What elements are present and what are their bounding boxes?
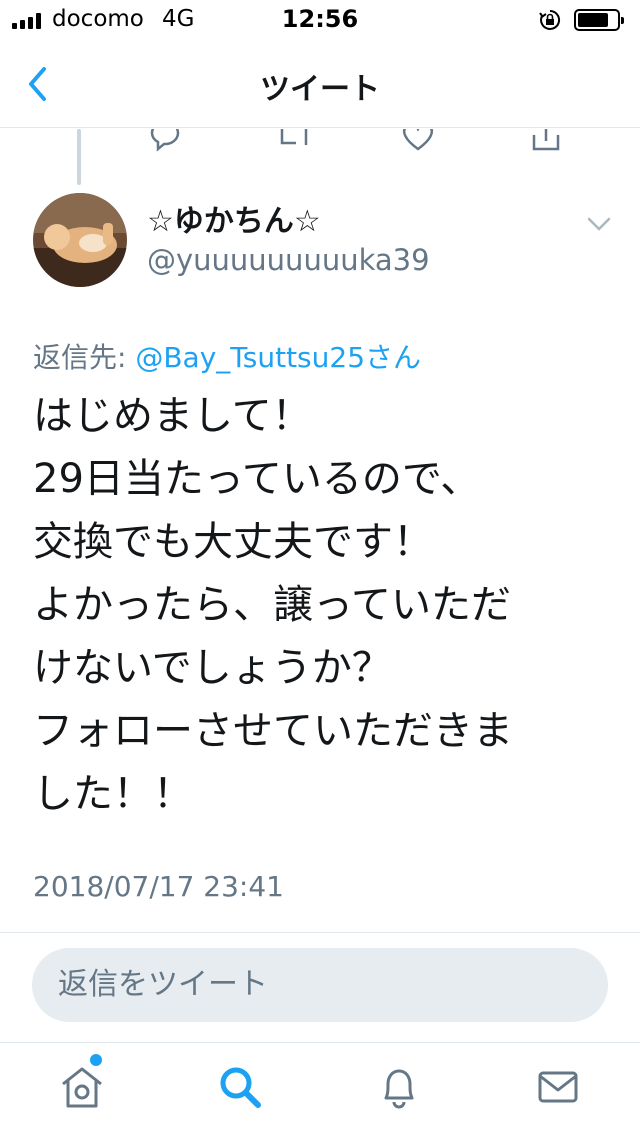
divider [0, 932, 640, 933]
tab-search[interactable] [215, 1062, 265, 1112]
search-icon [220, 1067, 261, 1108]
chevron-down-icon[interactable] [584, 214, 614, 234]
tab-notifications[interactable] [374, 1062, 424, 1112]
share-icon[interactable] [526, 129, 566, 155]
tweet-timestamp: 2018/07/17 23:41 [33, 870, 284, 903]
previous-tweet-actions [0, 129, 640, 159]
thread-connector-line [77, 129, 81, 185]
home-icon [62, 1067, 102, 1108]
like-icon[interactable] [398, 129, 438, 155]
tweet-text: はじめまして！ 29日当たっているので、 交換でも大丈夫です！ よかったら、譲っ… [33, 393, 513, 817]
battery-icon [574, 9, 624, 31]
navigation-bar: ツイート [0, 40, 640, 128]
reply-mention-link[interactable]: @Bay_Tsuttsu25さん [135, 341, 421, 374]
display-name[interactable]: ☆ゆかちん☆ [147, 196, 321, 240]
notifications-icon [384, 1069, 414, 1109]
avatar[interactable] [33, 193, 127, 287]
rotation-lock-icon [539, 9, 561, 30]
status-bar: docomo 4G 12:56 [0, 0, 640, 40]
retweet-icon[interactable] [274, 129, 314, 155]
username[interactable]: @yuuuuuuuuuka39 [147, 243, 430, 277]
tab-messages[interactable] [533, 1062, 583, 1112]
reply-input[interactable]: 返信をツイート [32, 948, 608, 1022]
reply-prefix: 返信先: [33, 341, 136, 374]
home-notification-dot [90, 1054, 102, 1066]
reply-icon[interactable] [146, 129, 186, 155]
reply-context: 返信先: @Bay_Tsuttsu25さん [33, 336, 421, 376]
page-title: ツイート [260, 72, 380, 107]
messages-icon [538, 1071, 578, 1103]
tab-home[interactable] [57, 1062, 107, 1112]
